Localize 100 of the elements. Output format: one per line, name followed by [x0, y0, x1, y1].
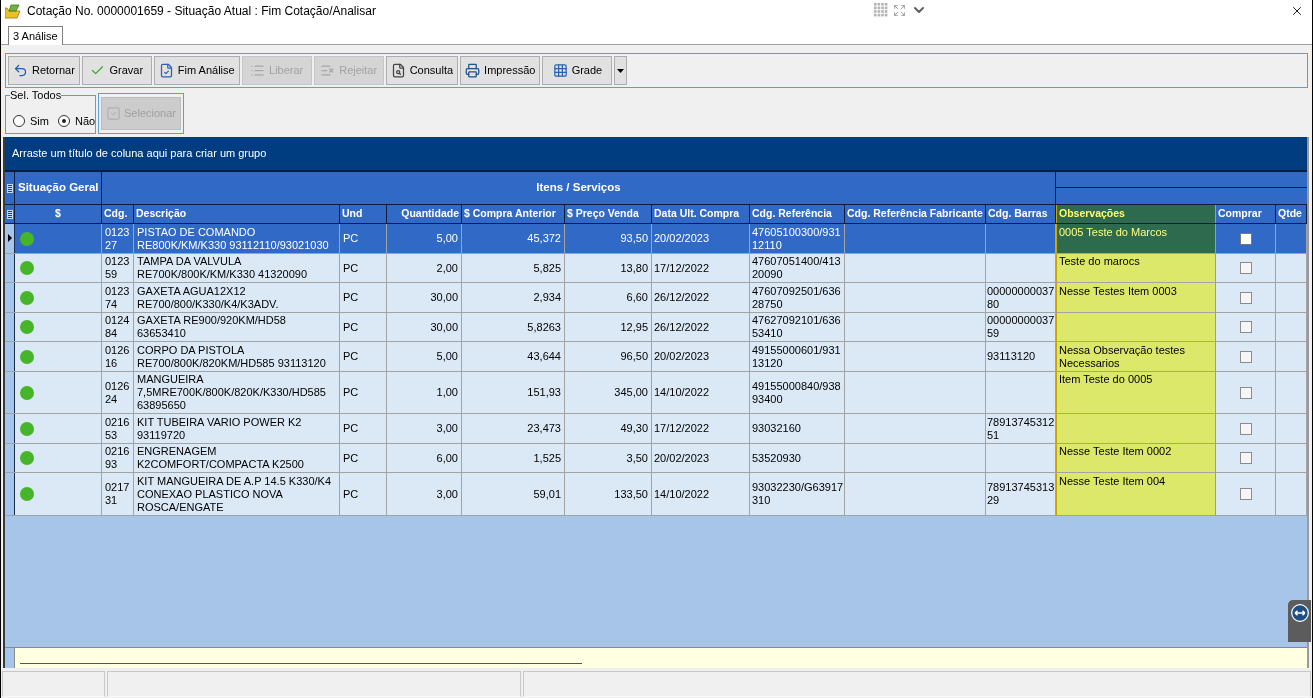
row-indicator[interactable]	[5, 312, 15, 341]
column-header[interactable]: $	[15, 205, 102, 223]
column-chooser-icon[interactable]	[6, 183, 13, 193]
checkbox[interactable]	[1239, 488, 1252, 500]
table-cell: 5,00	[387, 342, 462, 371]
table-cell: 30,00	[387, 312, 462, 341]
radio-label[interactable]: Não	[74, 113, 96, 130]
table-cell: 23,473	[462, 414, 565, 443]
toolbar-button[interactable]: Retornar	[8, 56, 80, 85]
checkbox[interactable]	[1239, 452, 1252, 464]
column-header[interactable]: Qtde	[1276, 205, 1307, 223]
printer-icon	[465, 63, 481, 78]
row-indicator[interactable]	[5, 253, 15, 282]
toolbar-button[interactable]: Gravar	[81, 56, 152, 85]
table-cell: 47607051400/41320090	[750, 253, 845, 282]
side-tab[interactable]	[1288, 600, 1311, 642]
row-indicator[interactable]	[5, 443, 15, 472]
caret-down-icon	[617, 68, 625, 73]
table-cell: 012624	[102, 371, 134, 413]
table-cell: 3,00	[387, 414, 462, 443]
column-band-header: Itens / Serviços	[102, 172, 1056, 204]
table-cell: Nesse Teste Item 0002	[1056, 443, 1216, 472]
group-label: Sel. Todos	[10, 89, 62, 101]
table-cell: 49,30	[565, 414, 652, 443]
radio-button[interactable]	[13, 115, 25, 128]
column-chooser-icon[interactable]	[6, 209, 13, 219]
checkbox[interactable]	[1239, 321, 1252, 333]
table-row[interactable]: 012359 TAMPA DA VALVULA RE700K/800K/KM/K330 41320090 PC 2,00 5,825 13,80 17/12/2022 47607051400/41320090 Teste do marocs	[5, 253, 1307, 283]
tab[interactable]: 3 Análise	[8, 26, 63, 45]
row-indicator[interactable]	[5, 342, 15, 371]
row-indicator[interactable]	[5, 371, 15, 413]
checkbox[interactable]	[1239, 422, 1252, 435]
table-cell: TAMPA DA VALVULA RE700K/800K/KM/K330 41320090	[134, 253, 340, 282]
table-cell: 6,00	[387, 443, 462, 472]
table-cell: PC	[340, 312, 387, 341]
table-row[interactable]: 021653 KIT TUBEIRA VARIO POWER K2 93119720 PC 3,00 23,473 49,30 17/12/2022 93032160 7891374531251	[5, 414, 1307, 444]
column-header[interactable]: $ Preço Venda	[565, 205, 652, 223]
row-indicator[interactable]	[5, 224, 15, 253]
checkbox[interactable]	[1239, 232, 1252, 245]
column-header[interactable]: Comprar	[1216, 205, 1276, 223]
table-cell: 2,00	[387, 253, 462, 282]
table-cell: 93,50	[565, 224, 652, 253]
table-cell: 20/02/2023	[652, 224, 750, 253]
table-cell: 012359	[102, 253, 134, 282]
toolbar-button[interactable]: Fim Análise	[153, 56, 240, 85]
table-cell: 47605100300/93112110	[750, 224, 845, 253]
table-cell: 3,50	[565, 443, 652, 472]
checkbox[interactable]	[1239, 262, 1252, 274]
column-header[interactable]: Descrição	[134, 205, 340, 223]
checkbox[interactable]	[1239, 350, 1252, 363]
table-cell: 45,372	[462, 224, 565, 253]
column-header[interactable]: Data Ult. Compra	[652, 205, 750, 223]
table-cell: 14/10/2022	[652, 371, 750, 413]
toolbar-overflow-button[interactable]	[614, 56, 628, 85]
table-cell: PC	[340, 371, 387, 413]
table-cell: 6,60	[565, 283, 652, 312]
toolbar-button[interactable]: Impressão	[460, 56, 541, 85]
dot-grid-icon[interactable]	[874, 3, 888, 17]
column-header[interactable]: Cdg. Referência	[750, 205, 845, 223]
radio-label[interactable]: Sim	[30, 113, 49, 130]
column-header[interactable]: Quantidade	[387, 205, 462, 223]
column-header[interactable]: Observações	[1056, 205, 1216, 223]
table-cell: CORPO DA PISTOLA RE700/800K/820KM/HD585 93113120	[134, 342, 340, 371]
row-indicator[interactable]	[5, 414, 15, 443]
table-row[interactable]: 021693 ENGRENAGEM K2COMFORT/COMPACTA K2500 PC 6,00 1,525 3,50 20/02/2023 53520930 Nesse Teste Item 0002	[5, 443, 1307, 473]
table-cell: 14/10/2022	[652, 473, 750, 515]
table-cell: 1,525	[462, 443, 565, 472]
table-cell: 59,01	[462, 473, 565, 515]
table-cell: 1,00	[387, 371, 462, 413]
row-indicator[interactable]	[5, 473, 15, 515]
column-header[interactable]: Und	[340, 205, 387, 223]
table-icon	[552, 63, 568, 78]
checkbox[interactable]	[1239, 291, 1252, 304]
table-row[interactable]: 012374 GAXETA AGUA12X12 RE700/800/K330/K4/K3ADV. PC 30,00 2,934 6,60 26/12/2022 47607092501/63628750 0000000003780 Nesse Testes Item 0003	[5, 283, 1307, 313]
table-cell: 13,80	[565, 253, 652, 282]
column-header[interactable]: $ Compra Anterior	[462, 205, 565, 223]
table-cell: PC	[340, 283, 387, 312]
table-cell: 012484	[102, 312, 134, 341]
expand-icon[interactable]	[893, 3, 906, 17]
table-cell: 20/02/2023	[652, 443, 750, 472]
toolbar-button[interactable]: Consulta	[385, 56, 459, 85]
table-row[interactable]: 012327 PISTAO DE COMANDO RE800K/KM/K330 93112110/93021030 PC 5,00 45,372 93,50 20/02/2023 47605100300/93112110 0005 Teste do Marcos	[5, 224, 1307, 254]
table-cell: 012327	[102, 224, 134, 253]
table-cell: 47627092101/63653410	[750, 312, 845, 341]
toolbar-button[interactable]: Grade	[542, 56, 613, 85]
table-row[interactable]: 012616 CORPO DA PISTOLA RE700/800K/820KM/HD585 93113120 PC 5,00 43,644 96,50 20/02/2023 49155000601/93113120 93113120 Nessa Observação testes Necessarios	[5, 342, 1307, 372]
table-cell: 012616	[102, 342, 134, 371]
group-by-hint: Arraste um título de coluna aqui para criar um grupo	[12, 146, 267, 162]
table-cell: KIT TUBEIRA VARIO POWER K2 93119720	[134, 414, 340, 443]
checkbox[interactable]	[1239, 386, 1252, 399]
list-icon	[250, 63, 266, 78]
column-header[interactable]: Cdg.	[102, 205, 134, 223]
row-indicator[interactable]	[5, 283, 15, 312]
table-cell: 47607092501/63628750	[750, 283, 845, 312]
table-cell: 021731	[102, 473, 134, 515]
radio-button[interactable]	[57, 115, 70, 128]
column-header[interactable]: Cdg. Referência Fabricante	[845, 205, 986, 223]
table-row[interactable]: 012484 GAXETA RE900/920KM/HD58 63653410 PC 30,00 5,8263 12,95 26/12/2022 47627092101/63653410 0000000003759	[5, 312, 1307, 342]
return-arrow-icon	[13, 63, 28, 78]
window-title: Cotação No. 0000001659 - Situação Atual : Fim Cotação/Analisar	[27, 3, 376, 20]
